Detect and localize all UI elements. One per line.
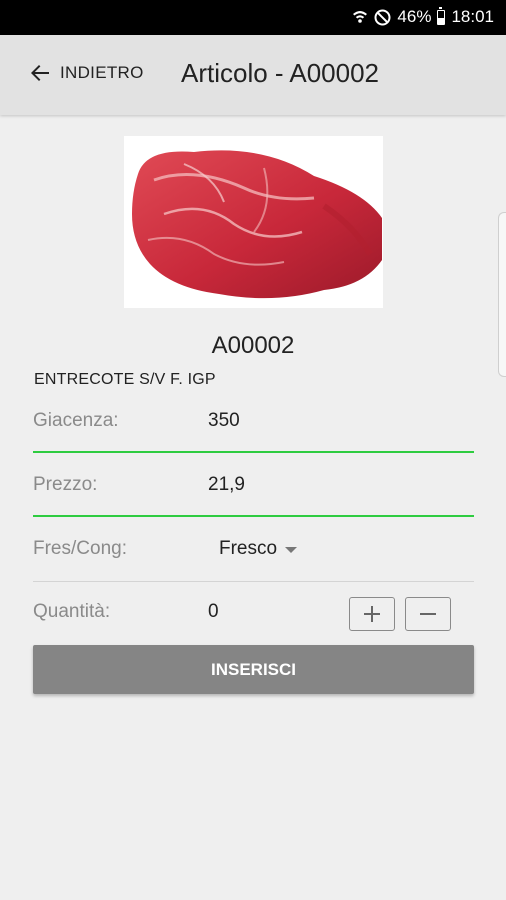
stock-row: Giacenza: 350 [33,410,474,456]
quantity-row: Quantità: 0 [33,597,474,641]
price-underline [33,515,474,517]
type-divider [33,581,474,582]
product-image [124,136,383,308]
type-dropdown[interactable]: Fresco [219,538,298,560]
decrement-button[interactable] [405,597,451,631]
insert-button[interactable]: INSERISCI [33,645,474,694]
back-label: INDIETRO [60,63,144,82]
battery-percent: 46% [397,7,432,26]
battery-icon [437,6,446,25]
quantity-label: Quantità: [33,601,111,622]
app-bar: INDIETRO Articolo - A00002 [0,35,506,115]
type-label: Fres/Cong: [33,538,127,559]
dropdown-caret-icon [285,547,298,553]
minus-icon [420,613,436,615]
wifi-icon [353,11,368,23]
price-label: Prezzo: [33,474,98,495]
clock: 18:01 [451,7,494,26]
page-title: Articolo - A00002 [181,58,380,88]
type-row: Fres/Cong: Fresco [33,538,474,584]
stock-value: 350 [208,410,240,431]
status-bar: 46% 18:01 [0,0,506,35]
product-description: ENTRECOTE S/V F. IGP [34,371,216,388]
product-code: A00002 [211,332,295,359]
price-row: Prezzo: 21,9 [33,474,474,520]
back-button[interactable]: INDIETRO [28,61,144,85]
plus-icon [364,606,380,622]
type-value: Fresco [219,538,278,559]
stock-underline [33,451,474,453]
arrow-left-icon [31,65,49,81]
stock-label: Giacenza: [33,410,119,431]
increment-button[interactable] [349,597,395,631]
do-not-disturb-icon [374,9,391,25]
quantity-value[interactable]: 0 [208,601,219,623]
price-value: 21,9 [208,474,245,495]
